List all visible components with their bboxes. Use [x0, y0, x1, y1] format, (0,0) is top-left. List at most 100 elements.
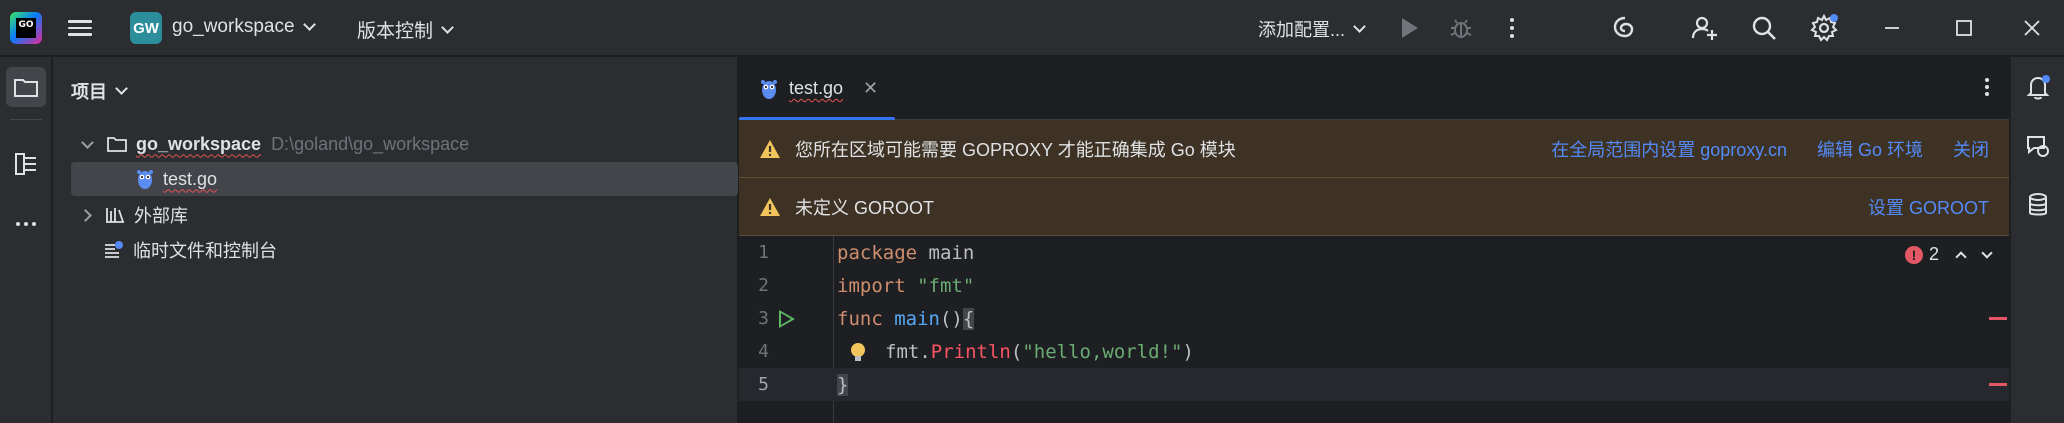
project-panel-title[interactable]: 项目 — [71, 78, 128, 104]
editor-area: test.go ✕ 您所在区域可能需要 GOPROXY 才能正确集成 Go 模块… — [739, 57, 2009, 423]
close-window-button[interactable] — [2014, 10, 2050, 46]
code-token: main — [917, 241, 975, 264]
warning-icon — [760, 197, 780, 216]
edit-go-env-link[interactable]: 编辑 Go 环境 — [1817, 136, 1923, 162]
maximize-icon — [1956, 20, 1972, 36]
tree-item-external-libraries[interactable]: 外部库 — [71, 198, 721, 232]
code-token: ) — [1182, 340, 1194, 363]
run-gutter-icon[interactable] — [779, 309, 795, 328]
debug-icon — [1450, 19, 1472, 38]
tree-item-label: test.go — [163, 168, 218, 189]
close-banner-link[interactable]: 关闭 — [1953, 136, 1989, 162]
project-badge[interactable]: GW — [130, 12, 162, 44]
maximize-button[interactable] — [1946, 10, 1982, 46]
settings-button[interactable] — [1806, 10, 1842, 46]
database-button[interactable] — [2018, 185, 2058, 225]
notifications-button[interactable] — [2018, 67, 2058, 107]
ai-assistant-button[interactable] — [1607, 10, 1643, 46]
chevron-down-icon — [441, 20, 454, 34]
chevron-down-icon — [302, 18, 316, 31]
run-config-selector[interactable]: 添加配置... — [1258, 16, 1366, 42]
ai-chat-button[interactable] — [2018, 126, 2058, 166]
minimize-icon — [1885, 27, 1899, 29]
tree-item-label: go_workspace — [136, 133, 262, 154]
title-bar: GO GW go_workspace 版本控制 添加配置... — [0, 0, 2064, 56]
code-token: Println — [930, 340, 1011, 363]
lightbulb-icon[interactable] — [851, 343, 865, 361]
code-line[interactable]: 4 fmt.Println("hello,world!") — [739, 335, 2009, 368]
bell-icon — [2026, 75, 2050, 100]
chevron-up-icon[interactable] — [1955, 250, 1967, 263]
code-token: ( — [1010, 340, 1023, 363]
left-tool-strip — [0, 57, 52, 423]
app-logo-text: GO — [16, 18, 36, 38]
structure-tool-button[interactable] — [6, 144, 46, 184]
code-token: package — [837, 241, 918, 264]
chevron-down-icon[interactable] — [1981, 246, 1993, 259]
error-icon: ! — [1905, 245, 1923, 264]
goroot-banner: 未定义 GOROOT 设置 GOROOT — [739, 178, 2009, 236]
code-line[interactable]: 1 package main ! 2 — [739, 236, 2009, 269]
project-name-label: go_workspace — [172, 16, 295, 37]
goland-logo-icon[interactable]: GO — [10, 12, 42, 44]
line-number: 4 — [758, 341, 769, 362]
tab-test-go[interactable]: test.go ✕ — [739, 57, 895, 121]
code-token: "fmt" — [905, 274, 975, 297]
error-stripe-mark[interactable] — [1989, 317, 2007, 320]
library-icon — [106, 208, 124, 223]
set-goproxy-link[interactable]: 在全局范围内设置 goproxy.cn — [1551, 136, 1787, 162]
code-line[interactable]: 3 func main(){ — [739, 302, 2009, 335]
vcs-menu[interactable]: 版本控制 — [357, 16, 454, 43]
code-with-me-button[interactable] — [1686, 10, 1722, 46]
tree-item-scratches[interactable]: 临时文件和控制台 — [71, 233, 721, 267]
gear-icon — [1810, 13, 1838, 42]
project-tool-button[interactable] — [6, 67, 46, 107]
project-selector[interactable]: go_workspace — [172, 16, 316, 38]
error-count: 2 — [1929, 244, 1940, 264]
error-stripe-mark[interactable] — [1989, 383, 2007, 386]
ai-assistant-icon — [1613, 16, 1634, 38]
close-icon — [2024, 20, 2040, 36]
tree-item-label: 临时文件和控制台 — [133, 241, 277, 261]
tree-item-path: D:\goland\go_workspace — [271, 133, 470, 154]
tree-item-label: 外部库 — [134, 206, 188, 226]
error-indicator[interactable]: ! 2 — [1905, 244, 1993, 265]
main-menu-button[interactable] — [66, 14, 94, 42]
code-token: } — [837, 373, 849, 396]
code-line[interactable]: 2 import "fmt" — [739, 269, 2009, 302]
tree-item-go-workspace[interactable]: go_workspace D:\goland\go_workspace — [71, 127, 721, 161]
code-line-current[interactable]: 5 } — [739, 368, 2009, 401]
code-token: import — [837, 274, 906, 297]
scratches-icon — [105, 241, 123, 258]
debug-button[interactable] — [1443, 10, 1479, 46]
banner-text: 您所在区域可能需要 GOPROXY 才能正确集成 Go 模块 — [795, 139, 1236, 160]
expand-arrow-icon[interactable] — [81, 135, 94, 149]
goproxy-banner: 您所在区域可能需要 GOPROXY 才能正确集成 Go 模块 在全局范围内设置 … — [739, 120, 2009, 178]
tree-item-test-go[interactable]: test.go — [71, 162, 738, 196]
expand-arrow-icon[interactable] — [79, 208, 92, 222]
ai-chat-icon — [2027, 136, 2049, 157]
more-tools-button[interactable] — [6, 204, 46, 244]
tab-label: test.go — [789, 78, 844, 98]
more-actions-button[interactable] — [1494, 10, 1530, 46]
folder-icon — [107, 137, 127, 152]
code-token: "hello,world!" — [1022, 340, 1183, 363]
right-tool-strip — [2010, 57, 2064, 423]
set-goroot-link[interactable]: 设置 GOROOT — [1868, 194, 1989, 220]
structure-icon — [15, 153, 36, 175]
search-button[interactable] — [1746, 10, 1782, 46]
minimize-button[interactable] — [1874, 10, 1910, 46]
folder-icon — [14, 79, 38, 97]
gopher-file-icon — [761, 79, 777, 99]
code-token: . — [919, 340, 931, 363]
editor-more-button[interactable] — [1985, 78, 1989, 96]
code-editor[interactable]: 1 package main ! 2 2 import "fmt" 3 func… — [739, 236, 2009, 423]
tab-close-icon[interactable]: ✕ — [863, 78, 878, 99]
editor-tab-bar: test.go ✕ — [739, 57, 2009, 121]
line-number: 3 — [758, 308, 769, 329]
code-token: fmt — [885, 340, 920, 363]
vcs-label: 版本控制 — [357, 21, 434, 42]
run-button[interactable] — [1392, 10, 1428, 46]
search-icon — [1752, 16, 1776, 40]
line-number: 2 — [758, 275, 769, 296]
